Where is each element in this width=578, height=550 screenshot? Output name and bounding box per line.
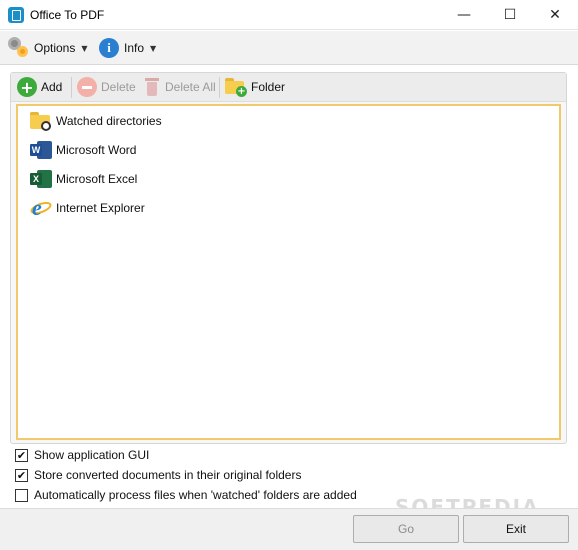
list-item-microsoft-excel[interactable]: X Microsoft Excel xyxy=(30,167,137,191)
show-gui-option[interactable]: ✔ Show application GUI xyxy=(15,446,149,464)
list-item-watched-directories[interactable]: Watched directories xyxy=(30,109,162,133)
list-item-label: Internet Explorer xyxy=(56,201,145,215)
store-original-folders-label: Store converted documents in their origi… xyxy=(34,468,302,482)
exit-button[interactable]: Exit xyxy=(463,515,569,543)
auto-process-label: Automatically process files when 'watche… xyxy=(34,488,357,502)
watched-folder-icon xyxy=(30,110,52,132)
add-icon: + xyxy=(17,77,37,97)
list-item-label: Microsoft Excel xyxy=(56,172,138,186)
folder-label: Folder xyxy=(251,80,286,94)
show-gui-checkbox[interactable]: ✔ xyxy=(15,448,28,462)
options-menu-label: Options xyxy=(34,41,76,55)
word-icon: W xyxy=(30,139,52,161)
auto-process-option[interactable]: Automatically process files when 'watche… xyxy=(15,486,357,504)
info-menu-button[interactable]: i Info ▼ xyxy=(99,36,156,60)
delete-all-button[interactable]: Delete All xyxy=(144,76,216,98)
delete-label: Delete xyxy=(101,80,136,94)
window-title: Office To PDF xyxy=(30,8,105,22)
title-bar: Office To PDF — ☐ ✕ xyxy=(0,0,578,30)
delete-all-label: Delete All xyxy=(165,80,216,94)
gear-icon xyxy=(8,37,30,59)
menu-bar: Options ▼ i Info ▼ xyxy=(0,31,578,65)
ie-icon: e xyxy=(28,197,54,219)
add-button[interactable]: + Add xyxy=(17,76,62,98)
go-button[interactable]: Go xyxy=(353,515,459,543)
directory-list[interactable]: Watched directories W Microsoft Word X M… xyxy=(16,104,561,440)
info-menu-label: Info xyxy=(124,41,145,55)
button-bar: Go Exit xyxy=(0,508,578,550)
store-original-folders-checkbox[interactable]: ✔ xyxy=(15,468,28,482)
add-folder-icon: + xyxy=(225,78,247,97)
close-button[interactable]: ✕ xyxy=(532,0,578,30)
delete-button[interactable]: Delete xyxy=(77,76,136,98)
excel-icon: X xyxy=(30,168,52,190)
delete-icon xyxy=(77,77,97,97)
list-item-label: Microsoft Word xyxy=(56,143,137,157)
maximize-button[interactable]: ☐ xyxy=(487,0,533,30)
list-toolbar: + Add Delete Delete All + Folder xyxy=(11,73,566,102)
add-folder-button[interactable]: + Folder xyxy=(225,76,285,98)
list-item-microsoft-word[interactable]: W Microsoft Word xyxy=(30,138,136,162)
toolbar-separator xyxy=(219,77,220,98)
chevron-down-icon: ▼ xyxy=(81,43,88,53)
list-item-label: Watched directories xyxy=(56,114,162,128)
options-menu-button[interactable]: Options ▼ xyxy=(8,36,88,60)
store-original-folders-option[interactable]: ✔ Store converted documents in their ori… xyxy=(15,466,301,484)
info-icon: i xyxy=(99,38,119,58)
auto-process-checkbox[interactable] xyxy=(15,488,28,502)
minimize-button[interactable]: — xyxy=(441,0,487,30)
list-item-internet-explorer[interactable]: e Internet Explorer xyxy=(28,196,145,220)
toolbar-separator xyxy=(71,77,72,98)
chevron-down-icon: ▼ xyxy=(150,43,157,53)
app-icon xyxy=(8,7,24,23)
show-gui-label: Show application GUI xyxy=(34,448,150,462)
add-label: Add xyxy=(41,80,63,94)
trash-icon xyxy=(144,77,160,97)
directories-panel: + Add Delete Delete All + Folder Watched… xyxy=(10,72,567,444)
